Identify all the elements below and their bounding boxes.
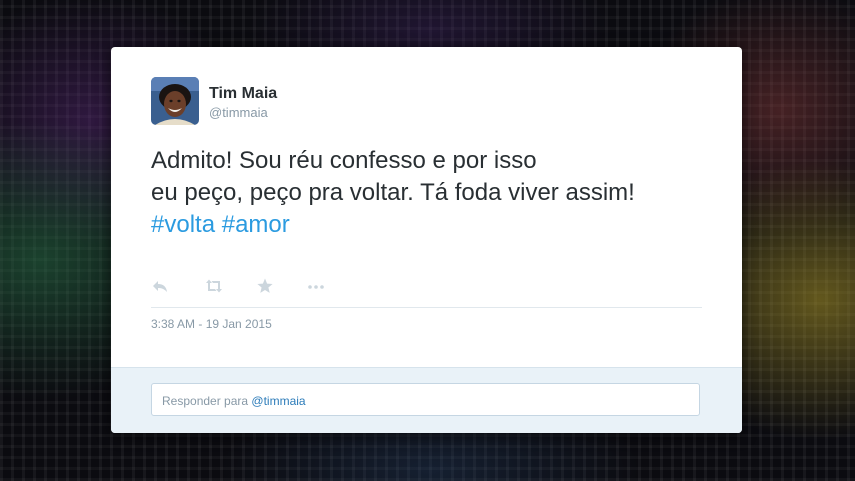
- reply-area: Responder para @timmaia: [111, 367, 742, 433]
- reply-icon[interactable]: [151, 277, 169, 295]
- hashtag-link[interactable]: #volta: [151, 211, 215, 238]
- reply-input[interactable]: Responder para @timmaia: [151, 383, 700, 416]
- tweet-hashtags: #volta #amor: [151, 209, 711, 241]
- tweet-card: Tim Maia @timmaia Admito! Sou réu confes…: [111, 47, 742, 433]
- more-options-icon[interactable]: [305, 277, 327, 295]
- tweet-timestamp[interactable]: 3:38 AM - 19 Jan 2015: [151, 317, 272, 331]
- reply-placeholder: Responder para: [162, 394, 249, 408]
- hashtag-link[interactable]: #amor: [222, 211, 290, 238]
- retweet-icon[interactable]: [203, 277, 225, 295]
- tweet-text-line-2: eu peço, peço pra voltar. Tá foda viver …: [151, 179, 635, 206]
- reply-mention: @timmaia: [251, 394, 306, 408]
- author-handle[interactable]: @timmaia: [209, 105, 268, 120]
- author-name[interactable]: Tim Maia: [209, 85, 277, 103]
- tweet-text-line-1: Admito! Sou réu confesso e por isso: [151, 147, 537, 174]
- avatar-image: [151, 77, 199, 125]
- avatar[interactable]: [151, 77, 199, 125]
- tweet-text: Admito! Sou réu confesso e por isso eu p…: [151, 145, 711, 241]
- divider: [151, 307, 702, 308]
- favorite-star-icon[interactable]: [256, 277, 274, 295]
